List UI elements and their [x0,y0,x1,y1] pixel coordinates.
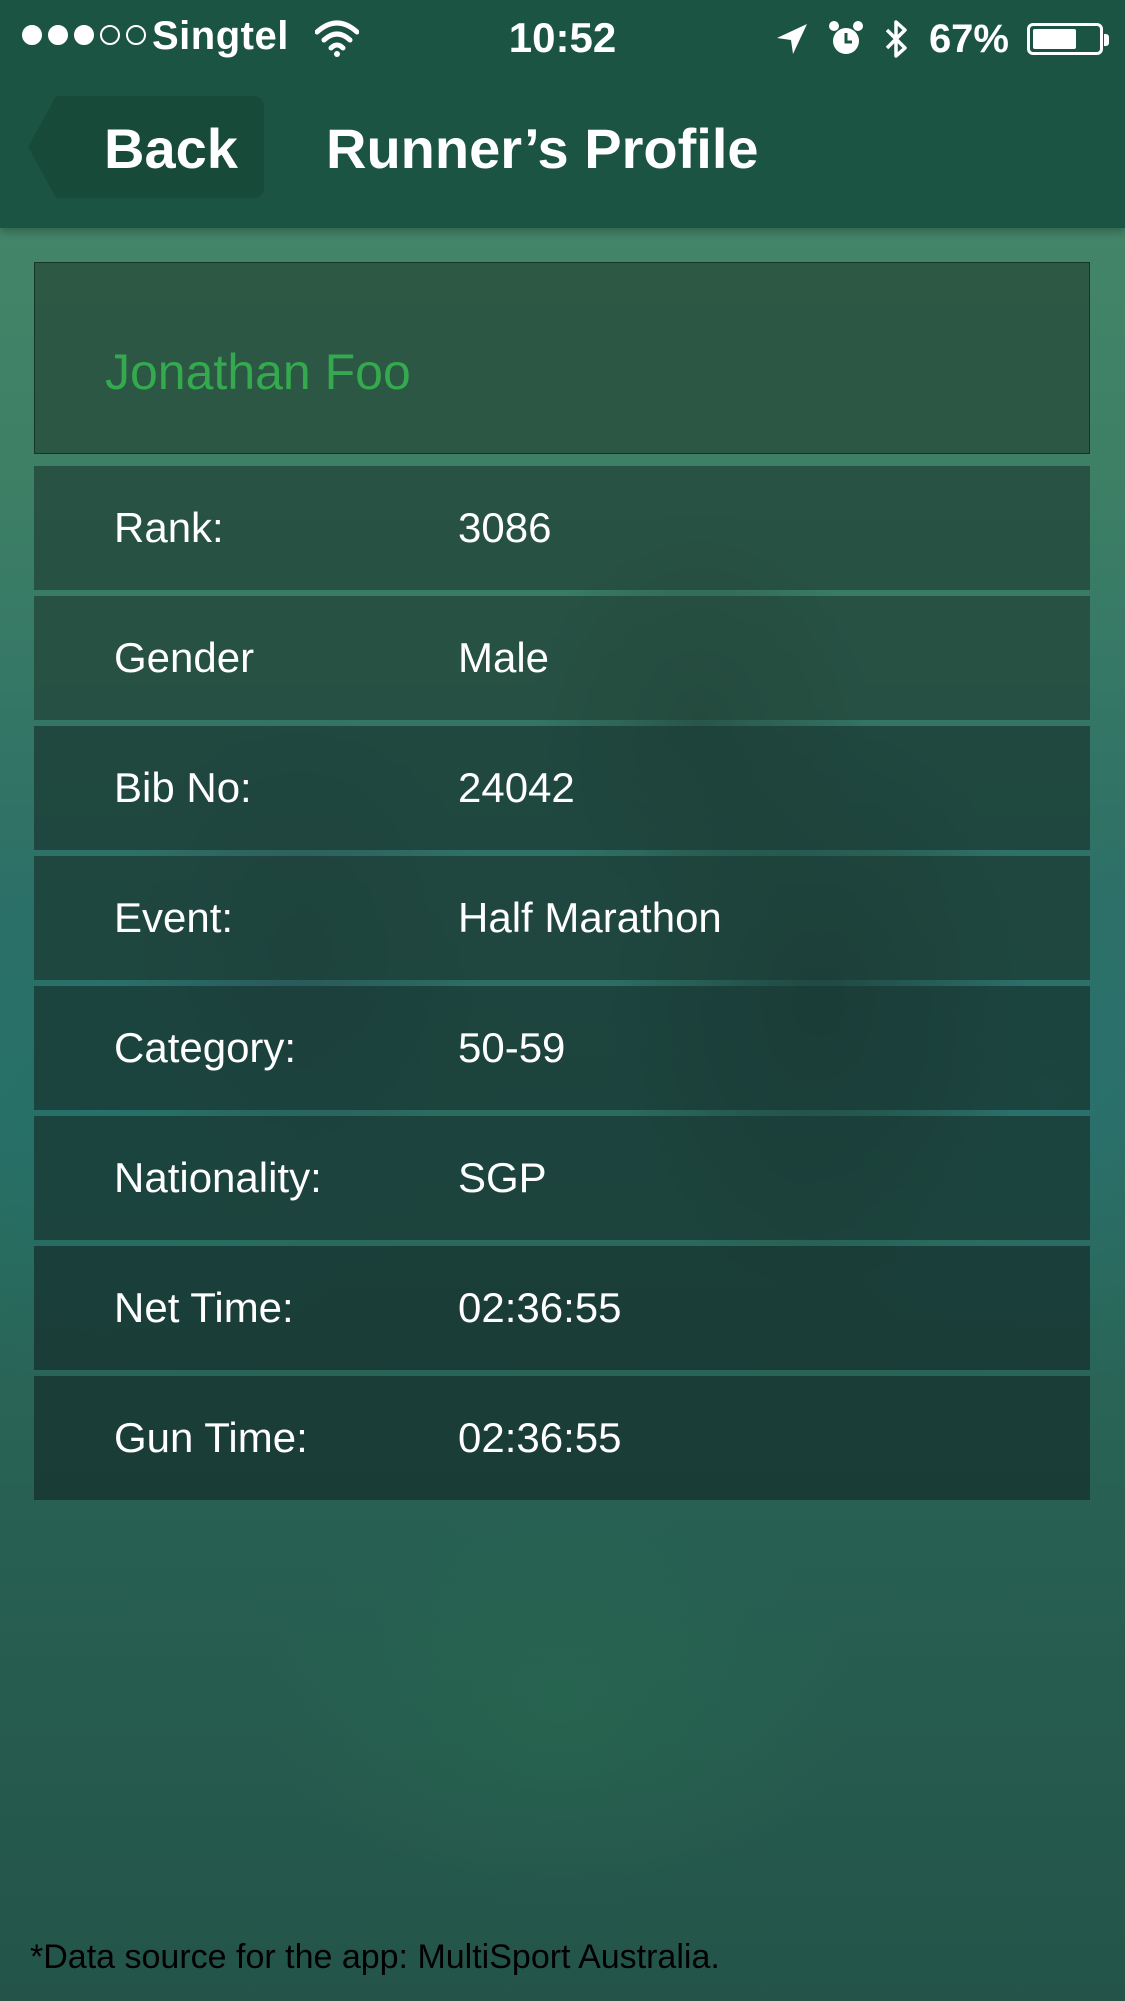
detail-value: 02:36:55 [458,1414,622,1461]
detail-row-event: Event: Half Marathon [34,856,1090,980]
detail-label: Nationality: [114,1154,322,1201]
detail-value: Male [458,634,550,681]
detail-row-category: Category: 50-59 [34,986,1090,1110]
detail-label: Category: [114,1024,297,1071]
detail-row-nationality: Nationality: SGP [34,1116,1090,1240]
page-title: Runner’s Profile [326,117,759,180]
detail-row-rank: Rank: 3086 [34,466,1090,590]
detail-value: Half Marathon [458,894,722,941]
location-arrow-icon [776,24,807,54]
battery-icon [1027,23,1109,55]
data-source-note: *Data source for the app: MultiSport Aus… [30,1938,720,1976]
bluetooth-icon [885,20,907,58]
back-button-label[interactable]: Back [104,116,238,181]
status-bar: Singtel 10:52 67% [0,0,1125,80]
battery-level [1033,29,1076,49]
detail-value: SGP [458,1154,547,1201]
detail-label: Net Time: [114,1284,294,1331]
detail-value: 24042 [458,764,575,811]
runner-name-card: Jonathan Foo [34,262,1090,454]
detail-value: 3086 [458,504,552,551]
detail-label: Bib No: [114,764,252,811]
battery-percentage: 67% [928,16,1009,61]
detail-label: Event: [114,894,234,941]
detail-label: Rank: [114,504,224,551]
status-icons: 67% [775,14,1109,64]
runner-name: Jonathan Foo [105,344,411,400]
alarm-icon [828,21,863,54]
detail-label: Gender [114,634,255,681]
detail-row-net-time: Net Time: 02:36:55 [34,1246,1090,1370]
navigation-bar: Singtel 10:52 67% Back Runner’s Profile [0,0,1125,228]
detail-value: 02:36:55 [458,1284,622,1331]
detail-value: 50-59 [458,1024,566,1071]
detail-row-gender: Gender Male [34,596,1090,720]
detail-row-bib-no: Bib No: 24042 [34,726,1090,850]
detail-label: Gun Time: [114,1414,308,1461]
runner-details-list: Rank: 3086 Gender Male Bib No: 24042 Eve… [34,466,1090,1506]
detail-row-gun-time: Gun Time: 02:36:55 [34,1376,1090,1500]
